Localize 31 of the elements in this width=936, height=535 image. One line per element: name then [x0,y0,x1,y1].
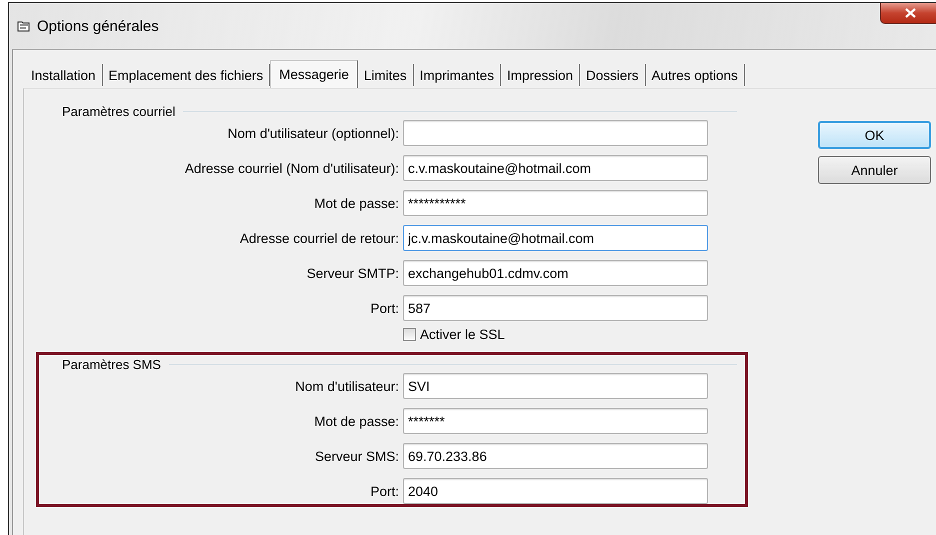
field-label: Port: [370,300,399,316]
field-label: Nom d'utilisateur (optionnel): [228,126,399,140]
field-label: Mot de passe: [314,414,399,428]
dialog-button[interactable]: Annuler [818,156,931,184]
field-label: Serveur SMTP: [306,266,399,280]
input-field[interactable]: SVI [403,373,708,399]
input-field[interactable]: jc.v.maskoutaine@hotmail.com [403,225,708,251]
dialog-button[interactable]: OK [818,121,931,149]
window-title: Options générales [37,18,159,34]
section-title: Paramètres courriel [62,104,176,119]
window-app-icon [17,20,31,32]
input-field[interactable]: 587 [403,295,708,321]
input-field[interactable]: c.v.maskoutaine@hotmail.com [403,155,708,181]
input-field[interactable]: 69.70.233.86 [403,443,708,469]
close-icon [904,8,916,18]
field-label: Adresse courriel de retour: [240,230,399,246]
checkbox-label[interactable]: Activer le SSL [420,326,505,342]
input-field[interactable]: exchangehub01.cdmv.com [403,260,708,286]
section-title: Paramètres SMS [62,357,161,372]
field-label: Adresse courriel (Nom d'utilisateur): [184,160,399,176]
field-label: Mot de passe: [314,196,399,210]
close-button[interactable] [880,3,936,24]
field-label: Serveur SMS: [314,448,399,464]
input-field[interactable]: *********** [403,190,708,216]
field-label: Port: [370,484,399,498]
checkbox[interactable] [403,328,416,340]
input-field[interactable]: 2040 [403,478,708,504]
input-field[interactable]: ******* [403,408,708,434]
input-field[interactable] [403,120,708,146]
tab[interactable]: Messagerie [270,60,358,88]
field-label: Nom d'utilisateur: [295,378,399,394]
